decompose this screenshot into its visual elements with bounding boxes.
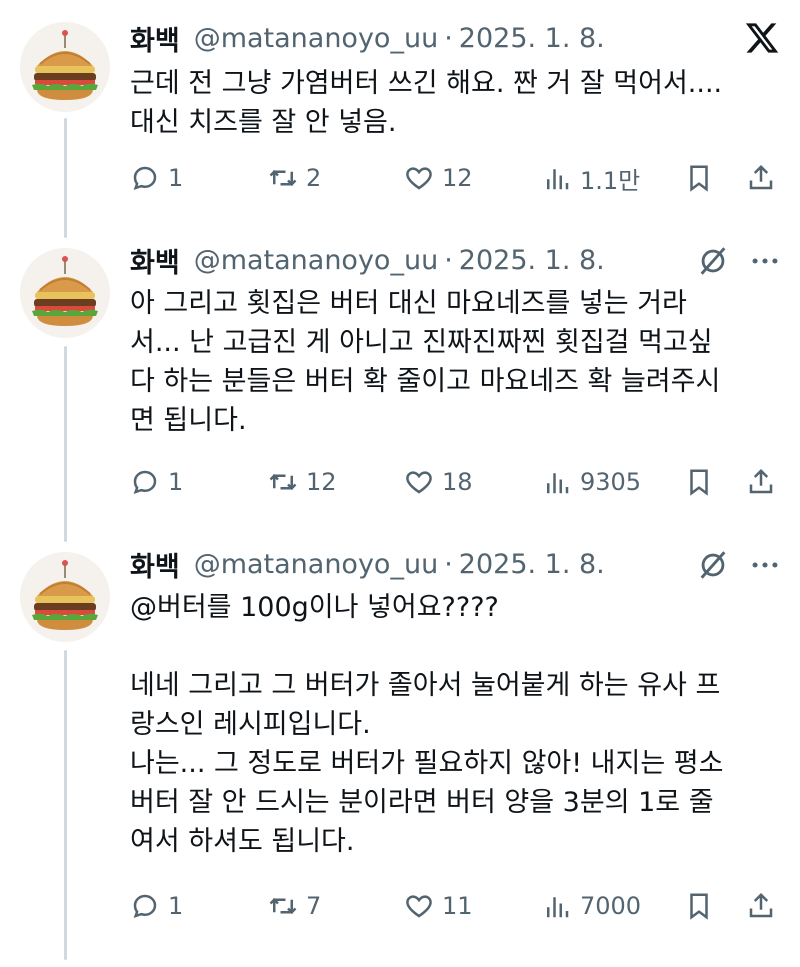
repost-icon — [268, 163, 298, 193]
tweet-date[interactable]: 2025. 1. 8. — [459, 245, 605, 276]
view-count: 7000 — [580, 892, 642, 920]
reply-icon — [130, 467, 160, 497]
tweet-actions: 1 2 12 1.1만 — [130, 158, 780, 198]
repost-count: 2 — [306, 164, 322, 192]
tweet-actions: 1 7 11 7000 — [130, 886, 780, 926]
separator: · — [444, 244, 453, 276]
like-count: 12 — [442, 164, 473, 192]
analytics-icon — [542, 467, 572, 497]
views-button[interactable]: 9305 — [542, 462, 641, 502]
tweet-text: @버터를 100g이나 넣어요???? 네네 그리고 그 버터가 졸아서 눌어붙… — [130, 592, 724, 857]
author-handle[interactable]: @matananoyo_uu — [194, 245, 439, 276]
avatar[interactable] — [20, 22, 110, 112]
thread-line — [64, 118, 67, 238]
share-button[interactable] — [746, 462, 776, 502]
reply-count: 1 — [168, 892, 184, 920]
like-count: 11 — [442, 892, 473, 920]
reply-icon — [130, 891, 160, 921]
heart-icon — [404, 163, 434, 193]
bookmark-icon — [684, 163, 714, 193]
repost-button[interactable]: 7 — [268, 886, 321, 926]
author-handle[interactable]: @matananoyo_uu — [194, 23, 439, 54]
reply-button[interactable]: 1 — [130, 462, 183, 502]
share-icon — [746, 891, 776, 921]
bookmark-button[interactable] — [684, 886, 714, 926]
bookmark-button[interactable] — [684, 462, 714, 502]
grok-icon[interactable] — [696, 244, 730, 278]
view-count: 1.1만 — [580, 166, 641, 195]
analytics-icon — [542, 891, 572, 921]
heart-icon — [404, 467, 434, 497]
repost-count: 7 — [306, 892, 322, 920]
tweet-text: 아 그리고 횟집은 버터 대신 마요네즈를 넣는 거라 서... 난 고급진 게… — [130, 288, 721, 436]
more-options-icon[interactable] — [748, 548, 782, 582]
reply-icon — [130, 163, 160, 193]
share-icon — [746, 163, 776, 193]
tweet-text: 근데 전 그냥 가염버터 쓰긴 해요. 짠 거 잘 먹어서.... 대신 치즈를… — [130, 68, 723, 138]
tweet-date[interactable]: 2025. 1. 8. — [459, 23, 605, 54]
tweet-date[interactable]: 2025. 1. 8. — [459, 549, 605, 580]
more-options-icon[interactable] — [748, 244, 782, 278]
x-logo-icon[interactable] — [744, 20, 780, 56]
bookmark-icon — [684, 891, 714, 921]
repost-icon — [268, 467, 298, 497]
avatar[interactable] — [20, 248, 110, 338]
analytics-icon — [542, 163, 572, 193]
like-button[interactable]: 11 — [404, 886, 473, 926]
reply-count: 1 — [168, 468, 184, 496]
author-handle[interactable]: @matananoyo_uu — [194, 549, 439, 580]
repost-button[interactable]: 2 — [268, 158, 321, 198]
tweet-header: 화백 @matananoyo_uu · 2025. 1. 8. — [130, 240, 605, 280]
tweet-header: 화백 @matananoyo_uu · 2025. 1. 8. — [130, 18, 605, 58]
separator: · — [444, 22, 453, 54]
author-name[interactable]: 화백 — [130, 19, 180, 58]
grok-icon[interactable] — [696, 548, 730, 582]
like-button[interactable]: 18 — [404, 462, 473, 502]
repost-count: 12 — [306, 468, 337, 496]
author-name[interactable]: 화백 — [130, 241, 180, 280]
views-button[interactable]: 1.1만 — [542, 158, 640, 198]
view-count: 9305 — [580, 468, 642, 496]
reply-button[interactable]: 1 — [130, 886, 183, 926]
repost-button[interactable]: 12 — [268, 462, 337, 502]
views-button[interactable]: 7000 — [542, 886, 641, 926]
heart-icon — [404, 891, 434, 921]
avatar[interactable] — [20, 552, 110, 642]
bookmark-icon — [684, 467, 714, 497]
tweet-actions: 1 12 18 9305 — [130, 462, 780, 502]
share-button[interactable] — [746, 886, 776, 926]
separator: · — [444, 548, 453, 580]
share-icon — [746, 467, 776, 497]
repost-icon — [268, 891, 298, 921]
reply-button[interactable]: 1 — [130, 158, 183, 198]
author-name[interactable]: 화백 — [130, 545, 180, 584]
share-button[interactable] — [746, 158, 776, 198]
thread-line — [64, 650, 67, 960]
like-button[interactable]: 12 — [404, 158, 473, 198]
thread-line — [64, 346, 67, 542]
reply-count: 1 — [168, 164, 184, 192]
like-count: 18 — [442, 468, 473, 496]
bookmark-button[interactable] — [684, 158, 714, 198]
tweet-header: 화백 @matananoyo_uu · 2025. 1. 8. — [130, 544, 605, 584]
